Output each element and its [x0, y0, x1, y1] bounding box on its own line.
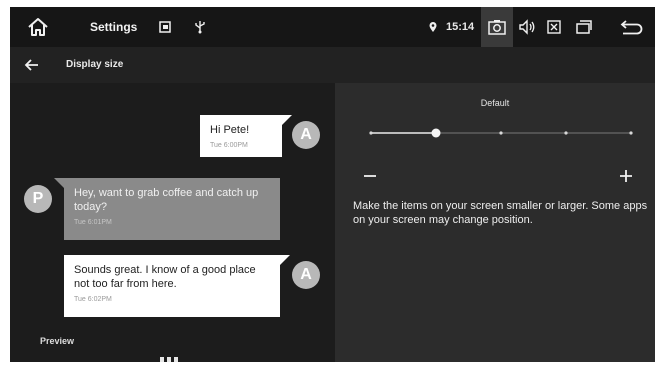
message-text: Hi Pete!: [210, 124, 250, 136]
message-bubble: Hey, want to grab coffee and catch up to…: [64, 178, 280, 240]
preview-label: Preview: [40, 336, 75, 346]
display-size-slider[interactable]: [365, 123, 637, 143]
back-icon[interactable]: [617, 7, 647, 47]
home-icon[interactable]: [24, 7, 52, 47]
page-title: Display size: [66, 59, 124, 70]
avatar: A: [292, 261, 320, 289]
slider-thumb: [431, 128, 441, 138]
slider-tick: [564, 131, 568, 135]
screen: Settings 15:14 Display size Hi Pete! Tue…: [10, 7, 655, 362]
close-box-icon[interactable]: [543, 7, 565, 47]
slider-tick: [629, 131, 633, 135]
slider-tick: [369, 131, 373, 135]
avatar: A: [292, 121, 320, 149]
page-indicator: [160, 357, 178, 362]
location-icon: [427, 7, 439, 47]
bubble-tail: [282, 115, 292, 125]
slider-tick: [499, 131, 503, 135]
clock-time: 15:14: [446, 21, 475, 33]
message-time: Tue 6:02PM: [74, 296, 112, 303]
usb-storage-icon: [157, 7, 173, 47]
message-bubble: Hi Pete! Tue 6:00PM: [200, 115, 282, 157]
usb-icon: [193, 7, 207, 47]
message-time: Tue 6:01PM: [74, 219, 112, 226]
decrease-size-button[interactable]: [361, 167, 379, 185]
increase-size-button[interactable]: [617, 167, 635, 185]
status-bar: Settings 15:14: [10, 7, 655, 47]
message-text: Hey, want to grab coffee and catch up to…: [74, 187, 259, 213]
size-label: Default: [480, 98, 510, 108]
window-icon[interactable]: [573, 7, 595, 47]
bubble-tail: [280, 255, 290, 265]
message-time: Tue 6:00PM: [210, 142, 248, 149]
settings-pane: Default Make the items on your screen sm…: [335, 83, 655, 362]
preview-pane: Hi Pete! Tue 6:00PM A Hey, want to grab …: [10, 83, 335, 362]
action-bar: Display size: [10, 47, 655, 83]
status-title: Settings: [90, 20, 138, 34]
volume-icon[interactable]: [515, 7, 539, 47]
size-description: Make the items on your screen smaller or…: [353, 200, 648, 226]
message-bubble: Sounds great. I know of a good place not…: [64, 255, 280, 317]
avatar: P: [24, 185, 52, 213]
camera-icon[interactable]: [481, 7, 513, 47]
arrow-left-icon[interactable]: [22, 55, 42, 75]
message-text: Sounds great. I know of a good place not…: [74, 264, 256, 290]
bubble-tail: [54, 178, 64, 188]
